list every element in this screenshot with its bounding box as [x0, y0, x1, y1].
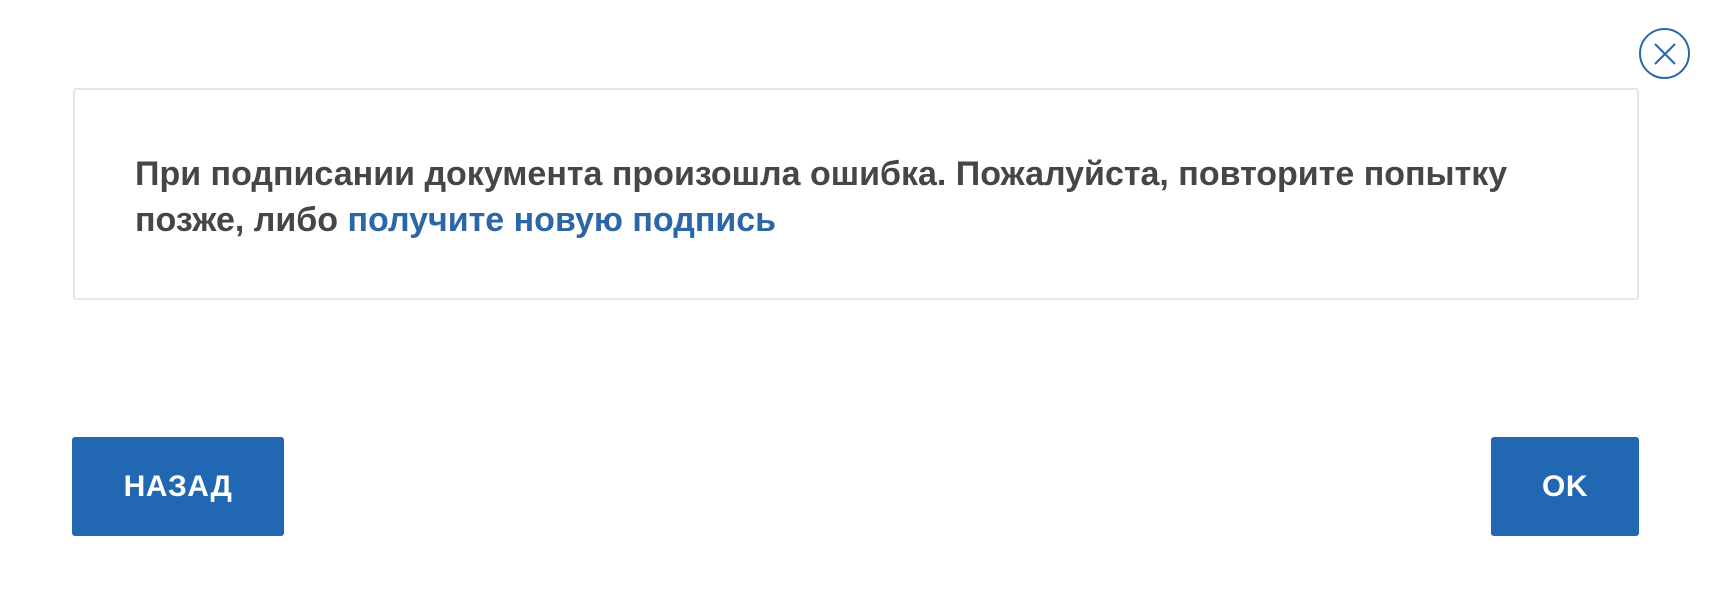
get-new-signature-link[interactable]: получите новую подпись	[347, 201, 776, 239]
back-button[interactable]: НАЗАД	[72, 437, 284, 536]
error-message-text: При подписании документа произошла ошибк…	[135, 155, 1508, 239]
error-message: При подписании документа произошла ошибк…	[135, 151, 1575, 243]
close-button[interactable]	[1639, 28, 1690, 79]
ok-button[interactable]: OK	[1491, 437, 1639, 536]
error-message-card: При подписании документа произошла ошибк…	[73, 88, 1639, 300]
close-icon	[1653, 42, 1676, 65]
